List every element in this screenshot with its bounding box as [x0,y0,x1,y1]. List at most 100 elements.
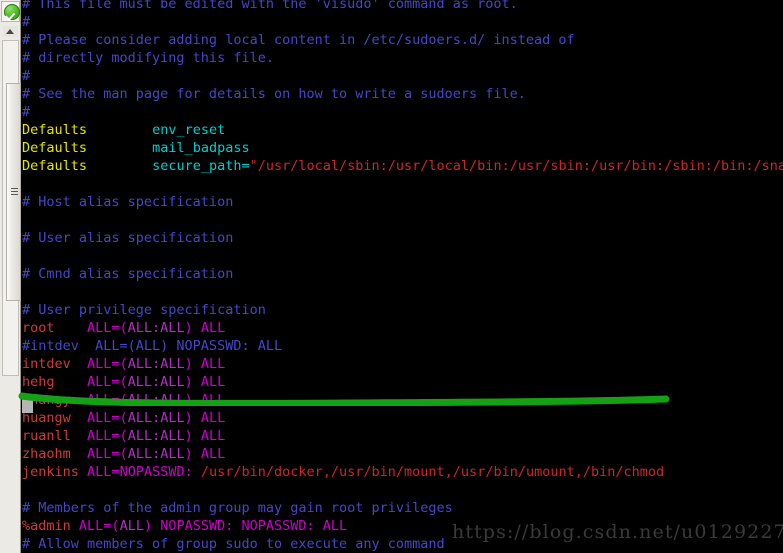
editor-line: ruanll ALL=(ALL:ALL) ALL [22,427,225,445]
editor-line: # User alias specification [22,229,233,247]
code-token: ALL:ALL [127,410,185,426]
terminal-window: # This file must be edited with the 'vis… [0,0,783,553]
code-token: Defaults [22,122,88,138]
code-token: # Allow members of group sudo to execute… [22,536,445,552]
code-token: ) NOPASSWD: NOPASSWD: ALL [143,518,348,534]
code-token: #intdev ALL=(ALL) NOPASSWD: ALL [22,338,283,354]
code-token: ALL:ALL [127,356,185,372]
code-token: root [22,320,55,336]
editor-line: # See the man page for details on how to… [22,85,526,103]
code-token: # User privilege specification [22,302,266,318]
code-token: ALL=( [87,446,128,462]
code-token: intdev [22,356,71,372]
code-token: ALL:ALL [127,374,185,390]
code-token: mail_badpass [152,140,250,156]
green-check-icon [4,4,20,20]
editor-line: intdev ALL=(ALL:ALL) ALL [22,355,225,373]
code-token: NOPASSWD: [119,464,193,480]
code-token: zhaohm [22,446,71,462]
code-token: # Host alias specification [22,194,234,210]
code-token: secure_path= [152,158,250,174]
editor-line: zhaohm ALL=(ALL:ALL) ALL [22,445,225,463]
code-token: ALL:ALL [127,446,185,462]
code-token: ) ALL [184,356,226,372]
code-token: ) ALL [184,428,226,444]
code-token: ALL= [87,464,120,480]
code-token: # directly modifying this file. [22,50,274,66]
scrollbar-track[interactable] [2,40,21,376]
editor-line: # [22,67,30,85]
code-token: ALL=( [87,392,128,408]
editor-line: Defaults secure_path="/usr/local/sbin:/u… [22,157,783,175]
code-token: # Members of the admin group may gain ro… [22,500,453,516]
editor-line: zhangy ALL=(ALL:ALL) ALL [22,391,225,409]
code-token: jenkins [22,464,79,480]
editor-line: Defaults mail_badpass [22,139,250,157]
code-token: # See the man page for details on how to… [22,86,526,102]
code-token: hehg [22,374,55,390]
code-token: ALL=( [87,428,128,444]
scrollbar-thumb[interactable] [6,83,21,301]
code-token: # This file must be edited with the 'vis… [22,0,518,12]
code-token: # Cmnd alias specification [22,266,234,282]
code-token: /usr/bin/docker,/usr/bin/mount,/usr/bin/… [192,464,665,480]
code-token: ) ALL [184,374,226,390]
editor-line: # Please consider adding local content i… [22,31,575,49]
editor-line: # [22,13,30,31]
status-badge [1,1,20,22]
code-token: # [22,104,31,120]
code-token: env_reset [152,122,226,138]
code-token: # [22,14,31,30]
code-token: "/usr/local/sbin:/usr/local/bin:/usr/sbi… [249,158,783,174]
code-token: ruanll [22,428,71,444]
code-token: %admin [22,518,71,534]
editor-line: # This file must be edited with the 'vis… [22,0,518,13]
editor-line: # Members of the admin group may gain ro… [22,499,453,517]
editor-line: # User privilege specification [22,301,266,319]
code-token: Defaults [22,140,88,156]
editor-line: jenkins ALL=NOPASSWD: /usr/bin/docker,/u… [22,463,664,481]
code-token: ) ALL [184,410,226,426]
code-token: ALL=( [87,320,128,336]
scroll-up-arrow-icon[interactable] [3,26,18,37]
editor-line: huangw ALL=(ALL:ALL) ALL [22,409,225,427]
editor-line: # Host alias specification [22,193,233,211]
code-token: ALL:ALL [127,392,185,408]
code-token: # [22,68,31,84]
scrollbar-grip [11,188,18,197]
code-token: ALL:ALL [127,320,185,336]
code-token: ALL=( [78,518,120,534]
editor-line: # directly modifying this file. [22,49,274,67]
editor-line: %admin ALL=(ALL) NOPASSWD: NOPASSWD: ALL [22,517,347,535]
code-token: # User alias specification [22,230,234,246]
text-cursor [22,398,33,413]
code-token: ) ALL [184,320,226,336]
editor-line: Defaults env_reset [22,121,225,139]
editor-text-area[interactable]: # This file must be edited with the 'vis… [22,0,783,553]
code-token: ALL=( [87,356,128,372]
code-token: ALL=( [87,410,128,426]
code-token: ALL [119,518,144,534]
watermark-text: https://blog.csdn.net/u012922706 [452,521,783,543]
code-token: Defaults [22,158,88,174]
code-token: ) ALL [184,446,226,462]
editor-line: # Cmnd alias specification [22,265,233,283]
code-token: ALL:ALL [127,428,185,444]
left-chrome-column [0,0,21,553]
editor-line: # Allow members of group sudo to execute… [22,535,445,553]
editor-line: # [22,103,30,121]
code-token: ALL=( [87,374,128,390]
editor-line: hehg ALL=(ALL:ALL) ALL [22,373,225,391]
